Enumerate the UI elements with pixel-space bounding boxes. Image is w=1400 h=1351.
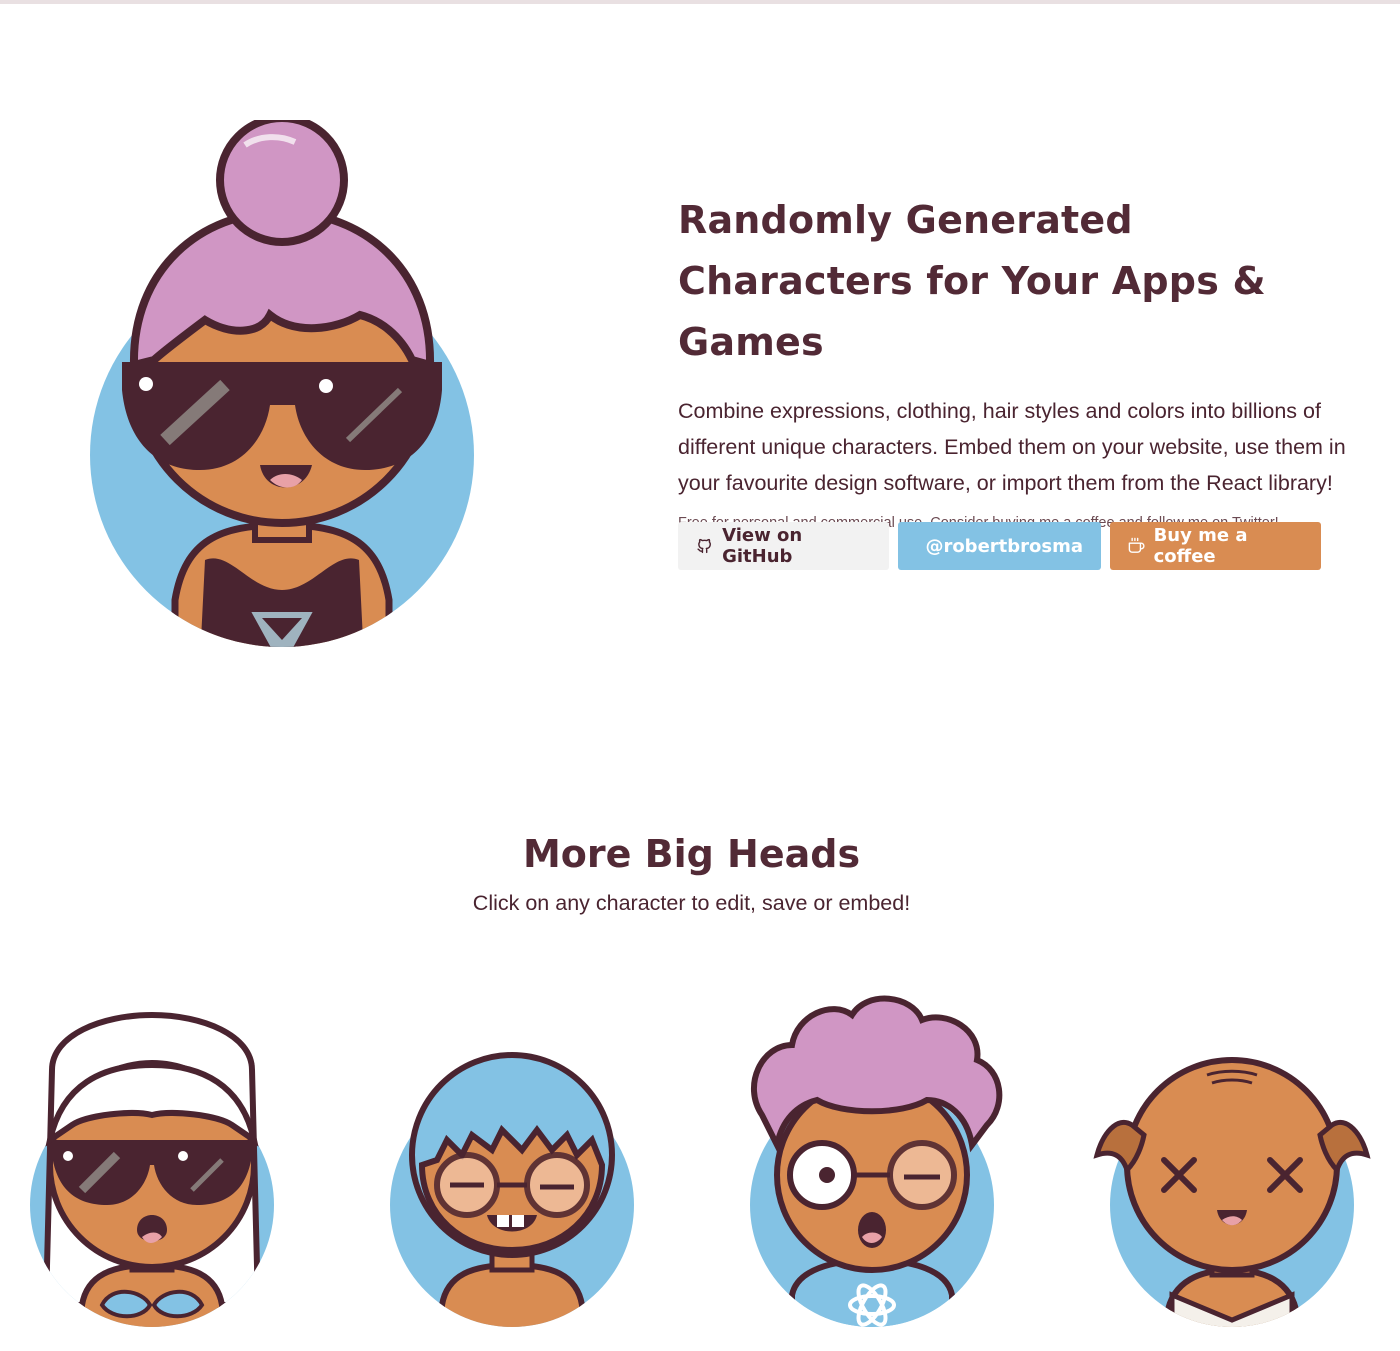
character-card-4[interactable] [1072,975,1392,1347]
hero-character-avatar [80,120,490,660]
hero-title: Randomly Generated Characters for Your A… [678,190,1368,373]
coffee-button-label: Buy me a coffee [1154,525,1303,567]
github-button-label: View on GitHub [722,525,871,567]
twitter-button-label: @robertbrosma [925,536,1083,557]
character-card-2[interactable] [352,975,672,1347]
character-card-3[interactable] [712,975,1032,1347]
more-big-heads-subtitle: Click on any character to edit, save or … [0,891,1383,916]
more-big-heads-title: More Big Heads [0,832,1383,876]
view-on-github-button[interactable]: View on GitHub [678,522,889,570]
top-border [0,0,1400,4]
buy-me-a-coffee-button[interactable]: Buy me a coffee [1110,522,1321,570]
character-card-1[interactable] [0,975,312,1347]
github-icon [696,537,713,555]
hero-description: Combine expressions, clothing, hair styl… [678,393,1363,501]
coffee-icon [1128,537,1145,555]
twitter-button[interactable]: @robertbrosma [898,522,1101,570]
hero-buttons: View on GitHub @robertbrosma Buy me a co… [678,522,1321,570]
hero-text-block: Randomly Generated Characters for Your A… [678,190,1368,531]
